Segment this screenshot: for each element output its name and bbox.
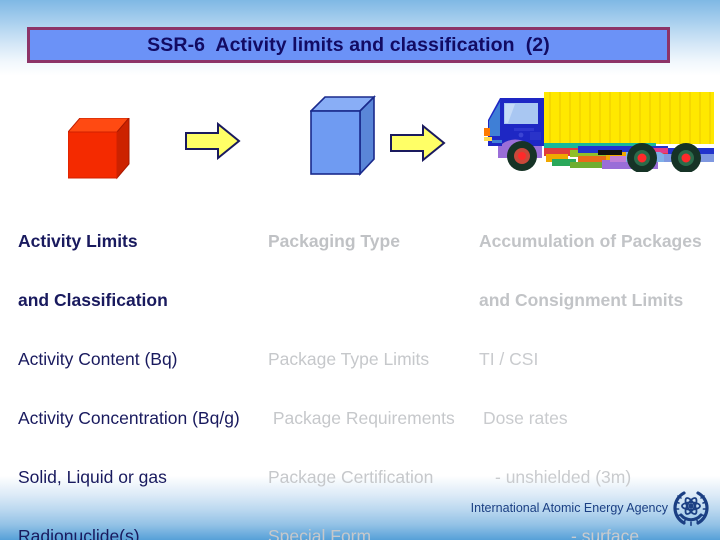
truck-wheel [507, 141, 537, 171]
organisation-name: International Atomic Energy Agency [470, 501, 668, 515]
truck-wheel [671, 143, 701, 173]
mid-line-2: Package Type Limits [268, 349, 430, 369]
slide-canvas: SSR-6 Activity limits and classification… [0, 0, 720, 540]
red-cube-graphic [66, 116, 131, 185]
page-title: SSR-6 Activity limits and classification… [147, 33, 550, 56]
right-arrow-icon [390, 123, 446, 163]
blue-box-icon [309, 95, 376, 177]
slide-title-box: SSR-6 Activity limits and classification… [27, 27, 670, 63]
blue-box-graphic [309, 95, 376, 182]
right-line-3: Dose rates [483, 408, 568, 428]
mid-line-3: Package Requirements [268, 408, 455, 428]
red-cube-icon [66, 116, 131, 180]
left-line-3: Activity Concentration (Bq/g) [18, 408, 240, 428]
right-line-1: and Consignment Limits [479, 290, 684, 310]
cargo-truck-graphic [478, 90, 716, 177]
right-arrow-icon [185, 121, 241, 161]
right-line-0: Accumulation of Packages [479, 231, 702, 251]
truck-wheel [627, 143, 657, 173]
left-line-1: and Classification [18, 290, 168, 310]
truck-icon [484, 92, 714, 173]
footer-branding: International Atomic Energy Agency [471, 489, 710, 527]
left-line-2: Activity Content (Bq) [18, 349, 178, 369]
slide-footer: International Atomic Energy Agency [0, 476, 720, 540]
iaea-atom-logo [673, 491, 709, 527]
right-line-2: TI / CSI [479, 349, 539, 369]
arrow-two-graphic [390, 123, 446, 167]
arrow-one-graphic [185, 121, 241, 165]
left-line-0: Activity Limits [18, 231, 138, 251]
mid-line-0: Packaging Type [268, 231, 400, 251]
